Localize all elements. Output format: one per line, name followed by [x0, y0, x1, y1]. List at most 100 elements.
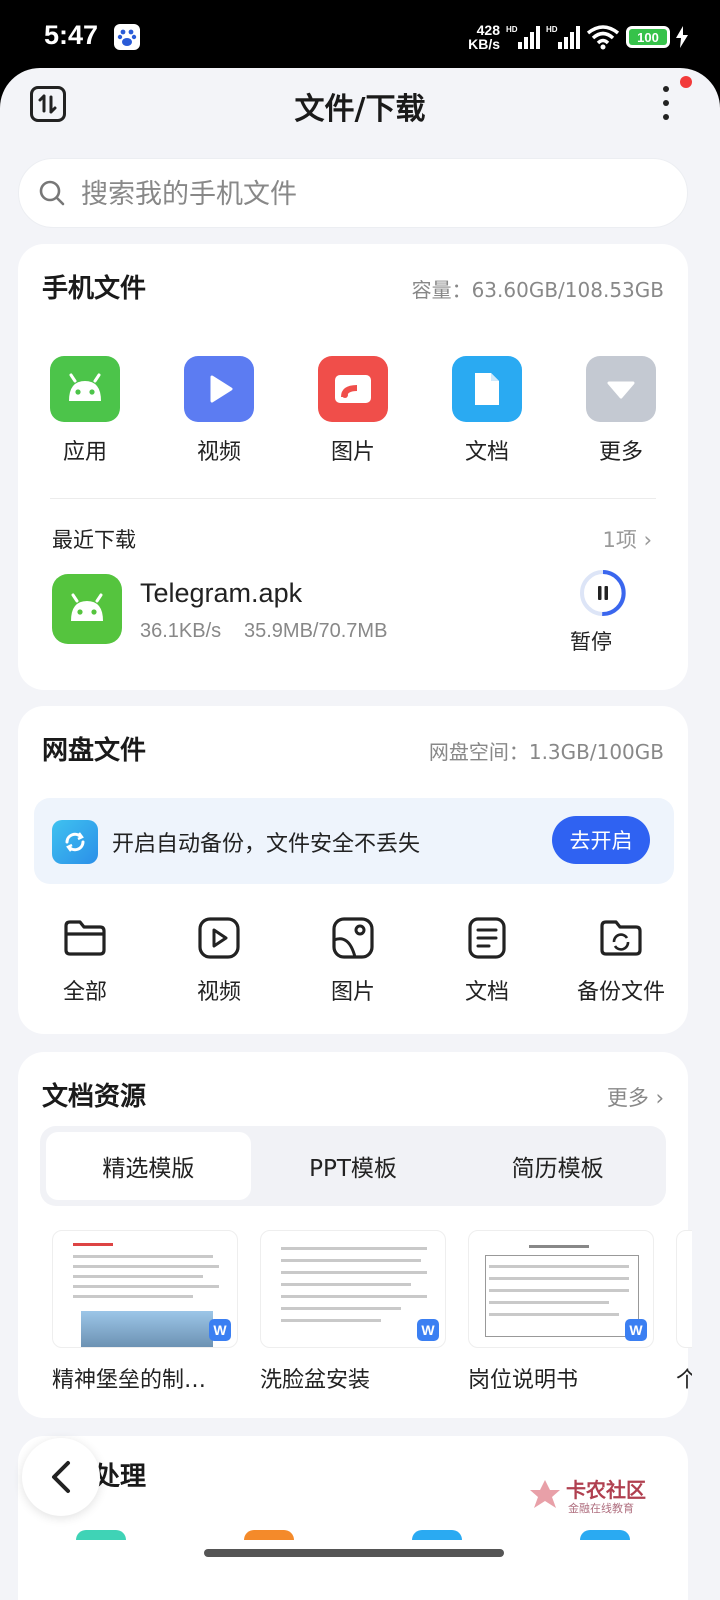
template-carousel: W 精神堡垒的制… W 洗脸盆安装 W 岗位说明书: [52, 1230, 692, 1400]
category-apps[interactable]: 应用: [18, 356, 152, 466]
category-documents[interactable]: 文档: [420, 356, 554, 466]
doc-resources-more[interactable]: 更多 ›: [607, 1082, 664, 1112]
cloud-category-grid: 全部 视频 图片 文档 备份文件: [18, 914, 688, 1006]
video-icon: [198, 917, 240, 959]
category-label: 更多: [598, 440, 643, 465]
backup-folder-icon: [600, 920, 642, 956]
svg-text:HD: HD: [546, 25, 558, 34]
cloud-category-label: 图片: [330, 980, 375, 1005]
search-icon: [39, 180, 65, 206]
android-icon: [52, 574, 122, 644]
watermark: 卡农社区 金融在线教育: [528, 1474, 658, 1524]
cloud-files-card: 网盘文件 网盘空间：1.3GB/100GB 开启自动备份，文件安全不丢失 去开启…: [18, 706, 688, 1034]
play-icon: [184, 356, 254, 422]
word-doc-icon: W: [625, 1319, 647, 1341]
watermark-title: 卡农社区: [566, 1478, 646, 1502]
template-name: 个: [676, 1362, 692, 1394]
download-file-name[interactable]: Telegram.apk: [140, 578, 302, 609]
watermark-subtitle: 金融在线教育: [568, 1502, 634, 1515]
doc-resources-title: 文档资源: [42, 1082, 147, 1112]
cloud-files-title: 网盘文件: [42, 736, 147, 766]
tab-ppt-templates[interactable]: PPT模板: [251, 1132, 456, 1200]
file-manager-sheet: 文件/下载 手机文件 容量：63.60GB/108.53GB 应用 视频: [0, 68, 720, 1600]
phone-category-grid: 应用 视频 图片 文档 更多: [18, 356, 688, 466]
status-time: 5:47: [44, 20, 99, 50]
template-name: 岗位说明书: [468, 1368, 579, 1393]
category-label: 视频: [196, 440, 241, 465]
recent-downloads-title: 最近下载: [52, 528, 136, 552]
category-label: 应用: [62, 440, 107, 465]
network-speed: 428 KB/s: [468, 22, 500, 52]
tab-resume-templates[interactable]: 简历模板: [455, 1132, 660, 1200]
folder-icon: [64, 920, 106, 956]
cloud-category-pictures[interactable]: 图片: [286, 914, 420, 1006]
auto-backup-banner[interactable]: 开启自动备份，文件安全不丢失 去开启: [34, 798, 674, 884]
cloud-category-videos[interactable]: 视频: [152, 914, 286, 1006]
cloud-category-label: 备份文件: [576, 980, 665, 1005]
template-name: 洗脸盆安装: [260, 1368, 371, 1393]
page-title: 文件/下载: [294, 92, 426, 127]
search-bar[interactable]: [18, 158, 688, 228]
template-name: 精神堡垒的制…: [52, 1368, 207, 1393]
download-speed: 36.1KB/s: [140, 620, 222, 642]
category-label: 图片: [330, 440, 375, 465]
svg-text:HD: HD: [506, 25, 518, 34]
cloud-category-label: 文档: [464, 980, 509, 1005]
doc-resources-card: 文档资源 更多 › 精选模版 PPT模板 简历模板 W 精神堡垒的制… W 洗脸…: [18, 1052, 692, 1418]
template-card[interactable]: W 岗位说明书: [468, 1230, 654, 1394]
image-icon: [318, 356, 388, 422]
back-button[interactable]: [22, 1438, 100, 1516]
word-doc-icon: W: [209, 1319, 231, 1341]
category-more[interactable]: 更多: [554, 356, 688, 466]
category-images[interactable]: 图片: [286, 356, 420, 466]
cloud-category-label: 视频: [196, 980, 241, 1005]
template-card[interactable]: W 精神堡垒的制…: [52, 1230, 238, 1394]
template-card[interactable]: W 个: [676, 1230, 692, 1394]
cloud-category-label: 全部: [62, 980, 107, 1005]
wifi-icon: [586, 25, 620, 50]
document-icon: [452, 356, 522, 422]
template-thumbnail: W: [52, 1230, 238, 1348]
doc-icon: [468, 917, 506, 959]
tab-featured-templates[interactable]: 精选模版: [46, 1132, 251, 1200]
download-progress-size: 35.9MB/70.7MB: [244, 620, 388, 642]
storage-capacity: 容量：63.60GB/108.53GB: [411, 278, 664, 302]
recent-downloads-count[interactable]: 1项 ›: [603, 524, 652, 554]
cloud-category-all[interactable]: 全部: [18, 914, 152, 1006]
template-thumbnail: W: [676, 1230, 692, 1348]
chevron-down-icon: [586, 356, 656, 422]
word-doc-icon: W: [417, 1319, 439, 1341]
chevron-left-icon: [52, 1461, 70, 1493]
file-tools-icons-partial: [0, 1530, 720, 1540]
home-indicator[interactable]: [204, 1549, 504, 1557]
template-thumbnail: W: [260, 1230, 446, 1348]
watermark-logo-icon: [530, 1480, 560, 1508]
title-bar: 文件/下载: [0, 68, 720, 148]
category-videos[interactable]: 视频: [152, 356, 286, 466]
cloud-category-backup[interactable]: 备份文件: [554, 914, 688, 1006]
notification-dot: [680, 76, 692, 88]
phone-files-card: 手机文件 容量：63.60GB/108.53GB 应用 视频 图片 文档 更多 …: [18, 244, 688, 690]
category-label: 文档: [464, 440, 509, 465]
template-card[interactable]: W 洗脸盆安装: [260, 1230, 446, 1394]
sync-icon: [52, 820, 98, 864]
enable-backup-button[interactable]: 去开启: [552, 816, 650, 864]
phone-files-title: 手机文件: [42, 274, 147, 304]
cloud-category-docs[interactable]: 文档: [420, 914, 554, 1006]
pause-button-label[interactable]: 暂停: [570, 626, 612, 656]
auto-backup-text: 开启自动备份，文件安全不丢失: [112, 832, 421, 857]
template-thumbnail: W: [468, 1230, 654, 1348]
charging-icon: [676, 26, 688, 48]
search-input[interactable]: [81, 169, 661, 219]
android-icon: [50, 356, 120, 422]
battery-icon: 100: [626, 26, 670, 48]
signal-icon: HD: [506, 25, 540, 49]
cloud-storage-space: 网盘空间：1.3GB/100GB: [428, 740, 664, 764]
more-options-icon[interactable]: [660, 86, 672, 126]
baidu-notification-icon: [114, 24, 140, 50]
template-tabs: 精选模版 PPT模板 简历模板: [40, 1126, 666, 1206]
signal-icon-2: HD: [546, 25, 580, 49]
divider: [50, 498, 656, 499]
picture-icon: [332, 917, 374, 959]
pause-progress-icon[interactable]: [578, 568, 628, 618]
